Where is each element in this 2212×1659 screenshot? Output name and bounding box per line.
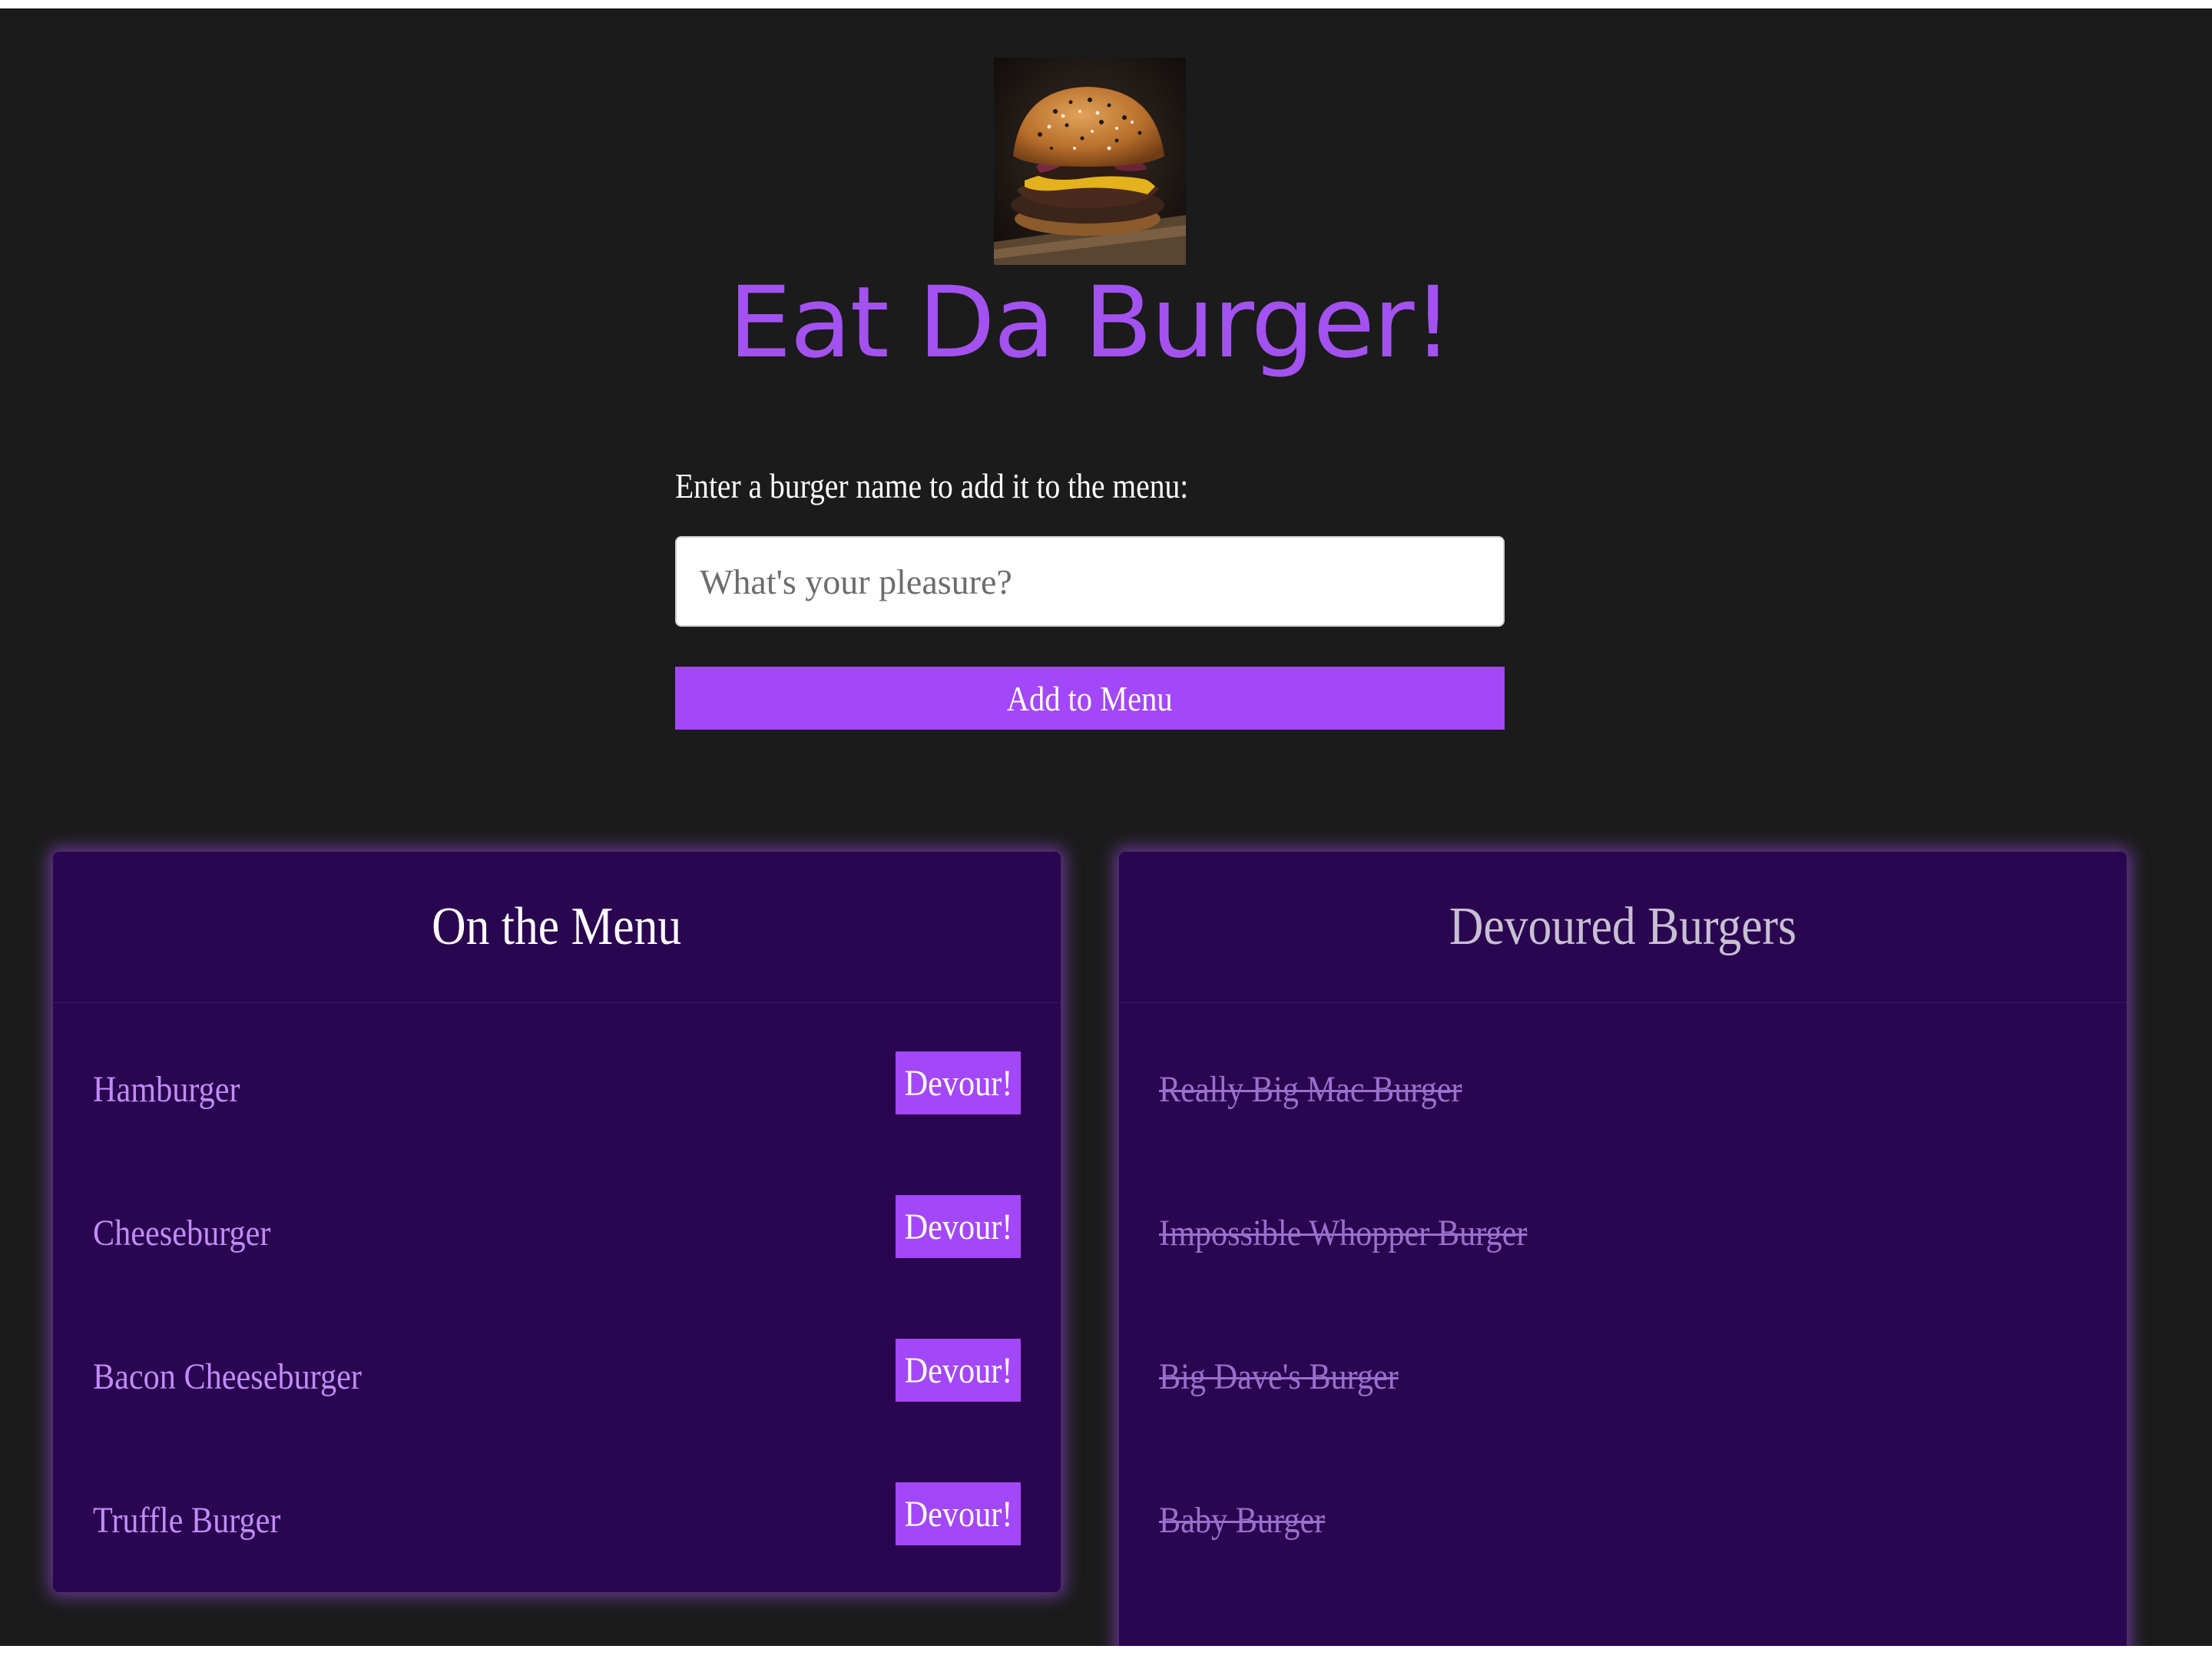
menu-card: On the Menu Hamburger Devour! Cheeseburg…: [53, 852, 1061, 1592]
devoured-item: Baby Burger: [1119, 1482, 2127, 1559]
burger-photo-icon: [994, 58, 1186, 265]
menu-item-name: Cheeseburger: [93, 1213, 271, 1253]
menu-item: Bacon Cheeseburger Devour!: [53, 1339, 1061, 1416]
devour-button[interactable]: Devour!: [896, 1482, 1021, 1545]
devour-button[interactable]: Devour!: [896, 1339, 1021, 1402]
app-title: Eat Da Burger!: [728, 266, 1453, 380]
devour-button-label: Devour!: [904, 1062, 1012, 1104]
devoured-item-name: Impossible Whopper Burger: [1159, 1213, 1528, 1253]
menu-heading: On the Menu: [53, 896, 1061, 958]
devoured-heading-text: Devoured Burgers: [1449, 897, 1797, 956]
add-to-menu-button[interactable]: Add to Menu: [675, 667, 1505, 730]
menu-item: Cheeseburger Devour!: [53, 1195, 1061, 1272]
menu-card-header: On the Menu: [53, 852, 1061, 1003]
devoured-card: Devoured Burgers Really Big Mac Burger I…: [1119, 852, 2127, 1646]
devoured-item-name: Big Dave's Burger: [1159, 1356, 1399, 1397]
devour-button-label: Devour!: [904, 1493, 1012, 1535]
devoured-item-name: Really Big Mac Burger: [1159, 1069, 1462, 1110]
menu-item-name: Truffle Burger: [93, 1500, 281, 1541]
menu-item-name: Bacon Cheeseburger: [93, 1356, 362, 1397]
burger-name-input[interactable]: [675, 536, 1505, 627]
devoured-item: Impossible Whopper Burger: [1119, 1195, 2127, 1272]
devoured-heading: Devoured Burgers: [1119, 896, 2127, 958]
menu-item-name: Hamburger: [93, 1069, 240, 1110]
menu-item: Hamburger Devour!: [53, 1051, 1061, 1128]
devoured-card-header: Devoured Burgers: [1119, 852, 2127, 1003]
devoured-item: Big Dave's Burger: [1119, 1339, 2127, 1416]
menu-item: Truffle Burger Devour!: [53, 1482, 1061, 1559]
devour-button[interactable]: Devour!: [896, 1195, 1021, 1258]
menu-heading-text: On the Menu: [432, 897, 682, 956]
devoured-item-name: Baby Burger: [1159, 1500, 1326, 1541]
add-burger-label: Enter a burger name to add it to the men…: [675, 466, 1189, 505]
devour-button-label: Devour!: [904, 1206, 1012, 1247]
add-to-menu-label: Add to Menu: [1007, 678, 1173, 718]
devoured-item: Really Big Mac Burger: [1119, 1051, 2127, 1128]
devoured-item-name: My Bestest Burger: [1159, 1637, 1403, 1646]
page-viewport: Eat Da Burger! Enter a burger name to ad…: [0, 8, 2212, 1646]
devoured-item: My Bestest Burger: [1119, 1621, 2127, 1646]
devour-button-label: Devour!: [904, 1349, 1012, 1391]
window-bottom-edge: [0, 1646, 2212, 1659]
devour-button[interactable]: Devour!: [896, 1051, 1021, 1114]
